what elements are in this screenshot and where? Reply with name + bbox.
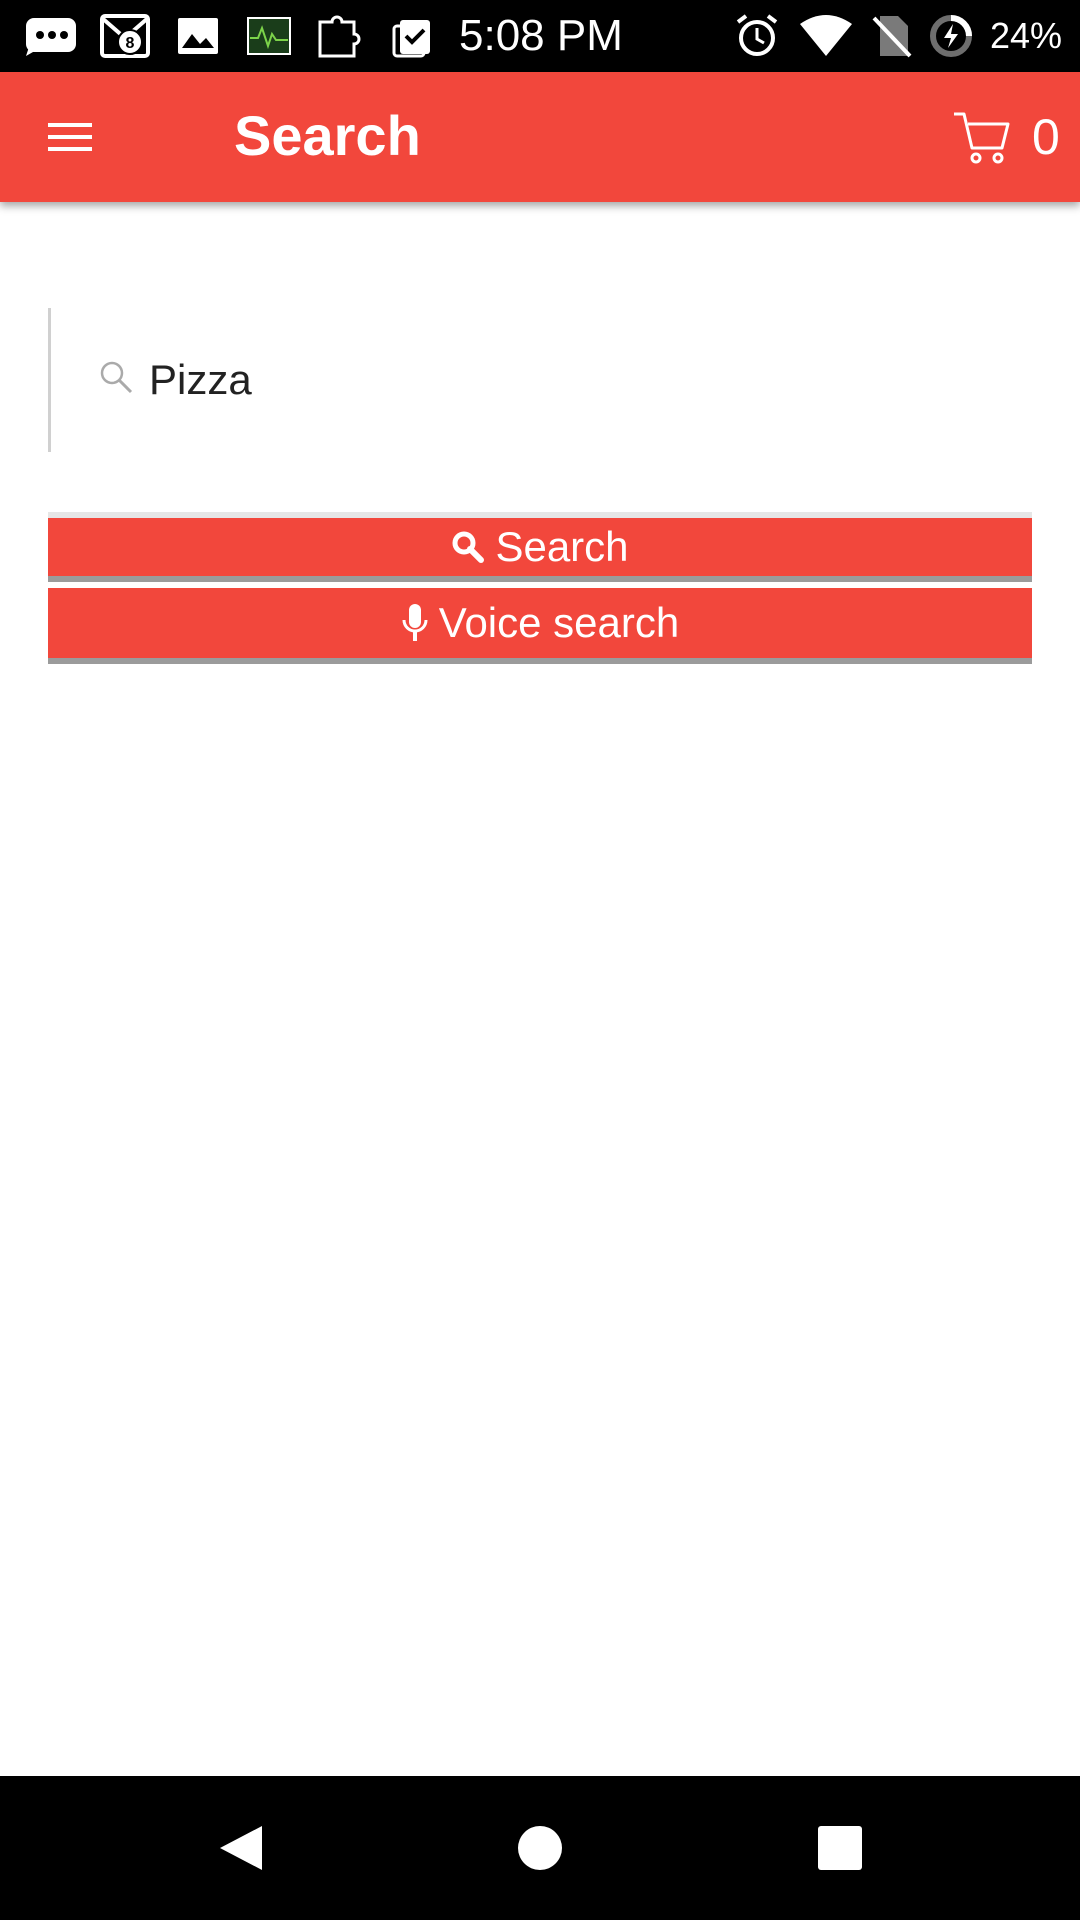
microphone-icon — [402, 604, 428, 641]
activity-monitor-icon — [247, 17, 291, 55]
page-title: Search — [234, 104, 421, 167]
search-button-label: Search — [495, 523, 629, 570]
image-icon — [178, 18, 218, 54]
home-icon[interactable] — [508, 1816, 572, 1880]
clipboard-check-icon — [392, 20, 430, 58]
search-button[interactable]: Search — [48, 512, 1032, 582]
system-nav-bar — [0, 1776, 1080, 1920]
status-bar: 8 5:08 PM 24% — [0, 0, 1080, 72]
mail-icon: 8 — [100, 14, 150, 58]
voice-search-button[interactable]: Voice search — [48, 588, 1032, 664]
voice-search-button-label: Voice search — [438, 599, 680, 646]
battery-percent: 24% — [990, 15, 1063, 56]
no-sim-icon — [872, 16, 912, 58]
screen: 8 5:08 PM 24% Search 0 Pizza Search Voic… — [0, 0, 1080, 1920]
status-time: 5:08 PM — [459, 11, 623, 60]
search-field[interactable] — [48, 308, 1032, 452]
recents-icon[interactable] — [808, 1816, 872, 1880]
menu-button[interactable] — [40, 109, 100, 165]
notification-badge: 8 — [126, 35, 135, 52]
wifi-icon — [800, 15, 852, 56]
app-bar: Search 0 — [0, 72, 1080, 202]
puzzle-icon — [318, 15, 361, 58]
search-icon — [100, 361, 133, 394]
search-input[interactable] — [149, 348, 1009, 412]
chat-bubble-icon — [26, 18, 76, 56]
cart-count: 0 — [1032, 109, 1060, 165]
alarm-icon — [736, 14, 778, 56]
hamburger-menu-icon — [48, 123, 92, 151]
battery-charging-icon — [930, 15, 972, 57]
shopping-cart-icon — [954, 112, 1010, 164]
back-icon[interactable] — [208, 1816, 272, 1880]
search-icon — [452, 531, 485, 563]
